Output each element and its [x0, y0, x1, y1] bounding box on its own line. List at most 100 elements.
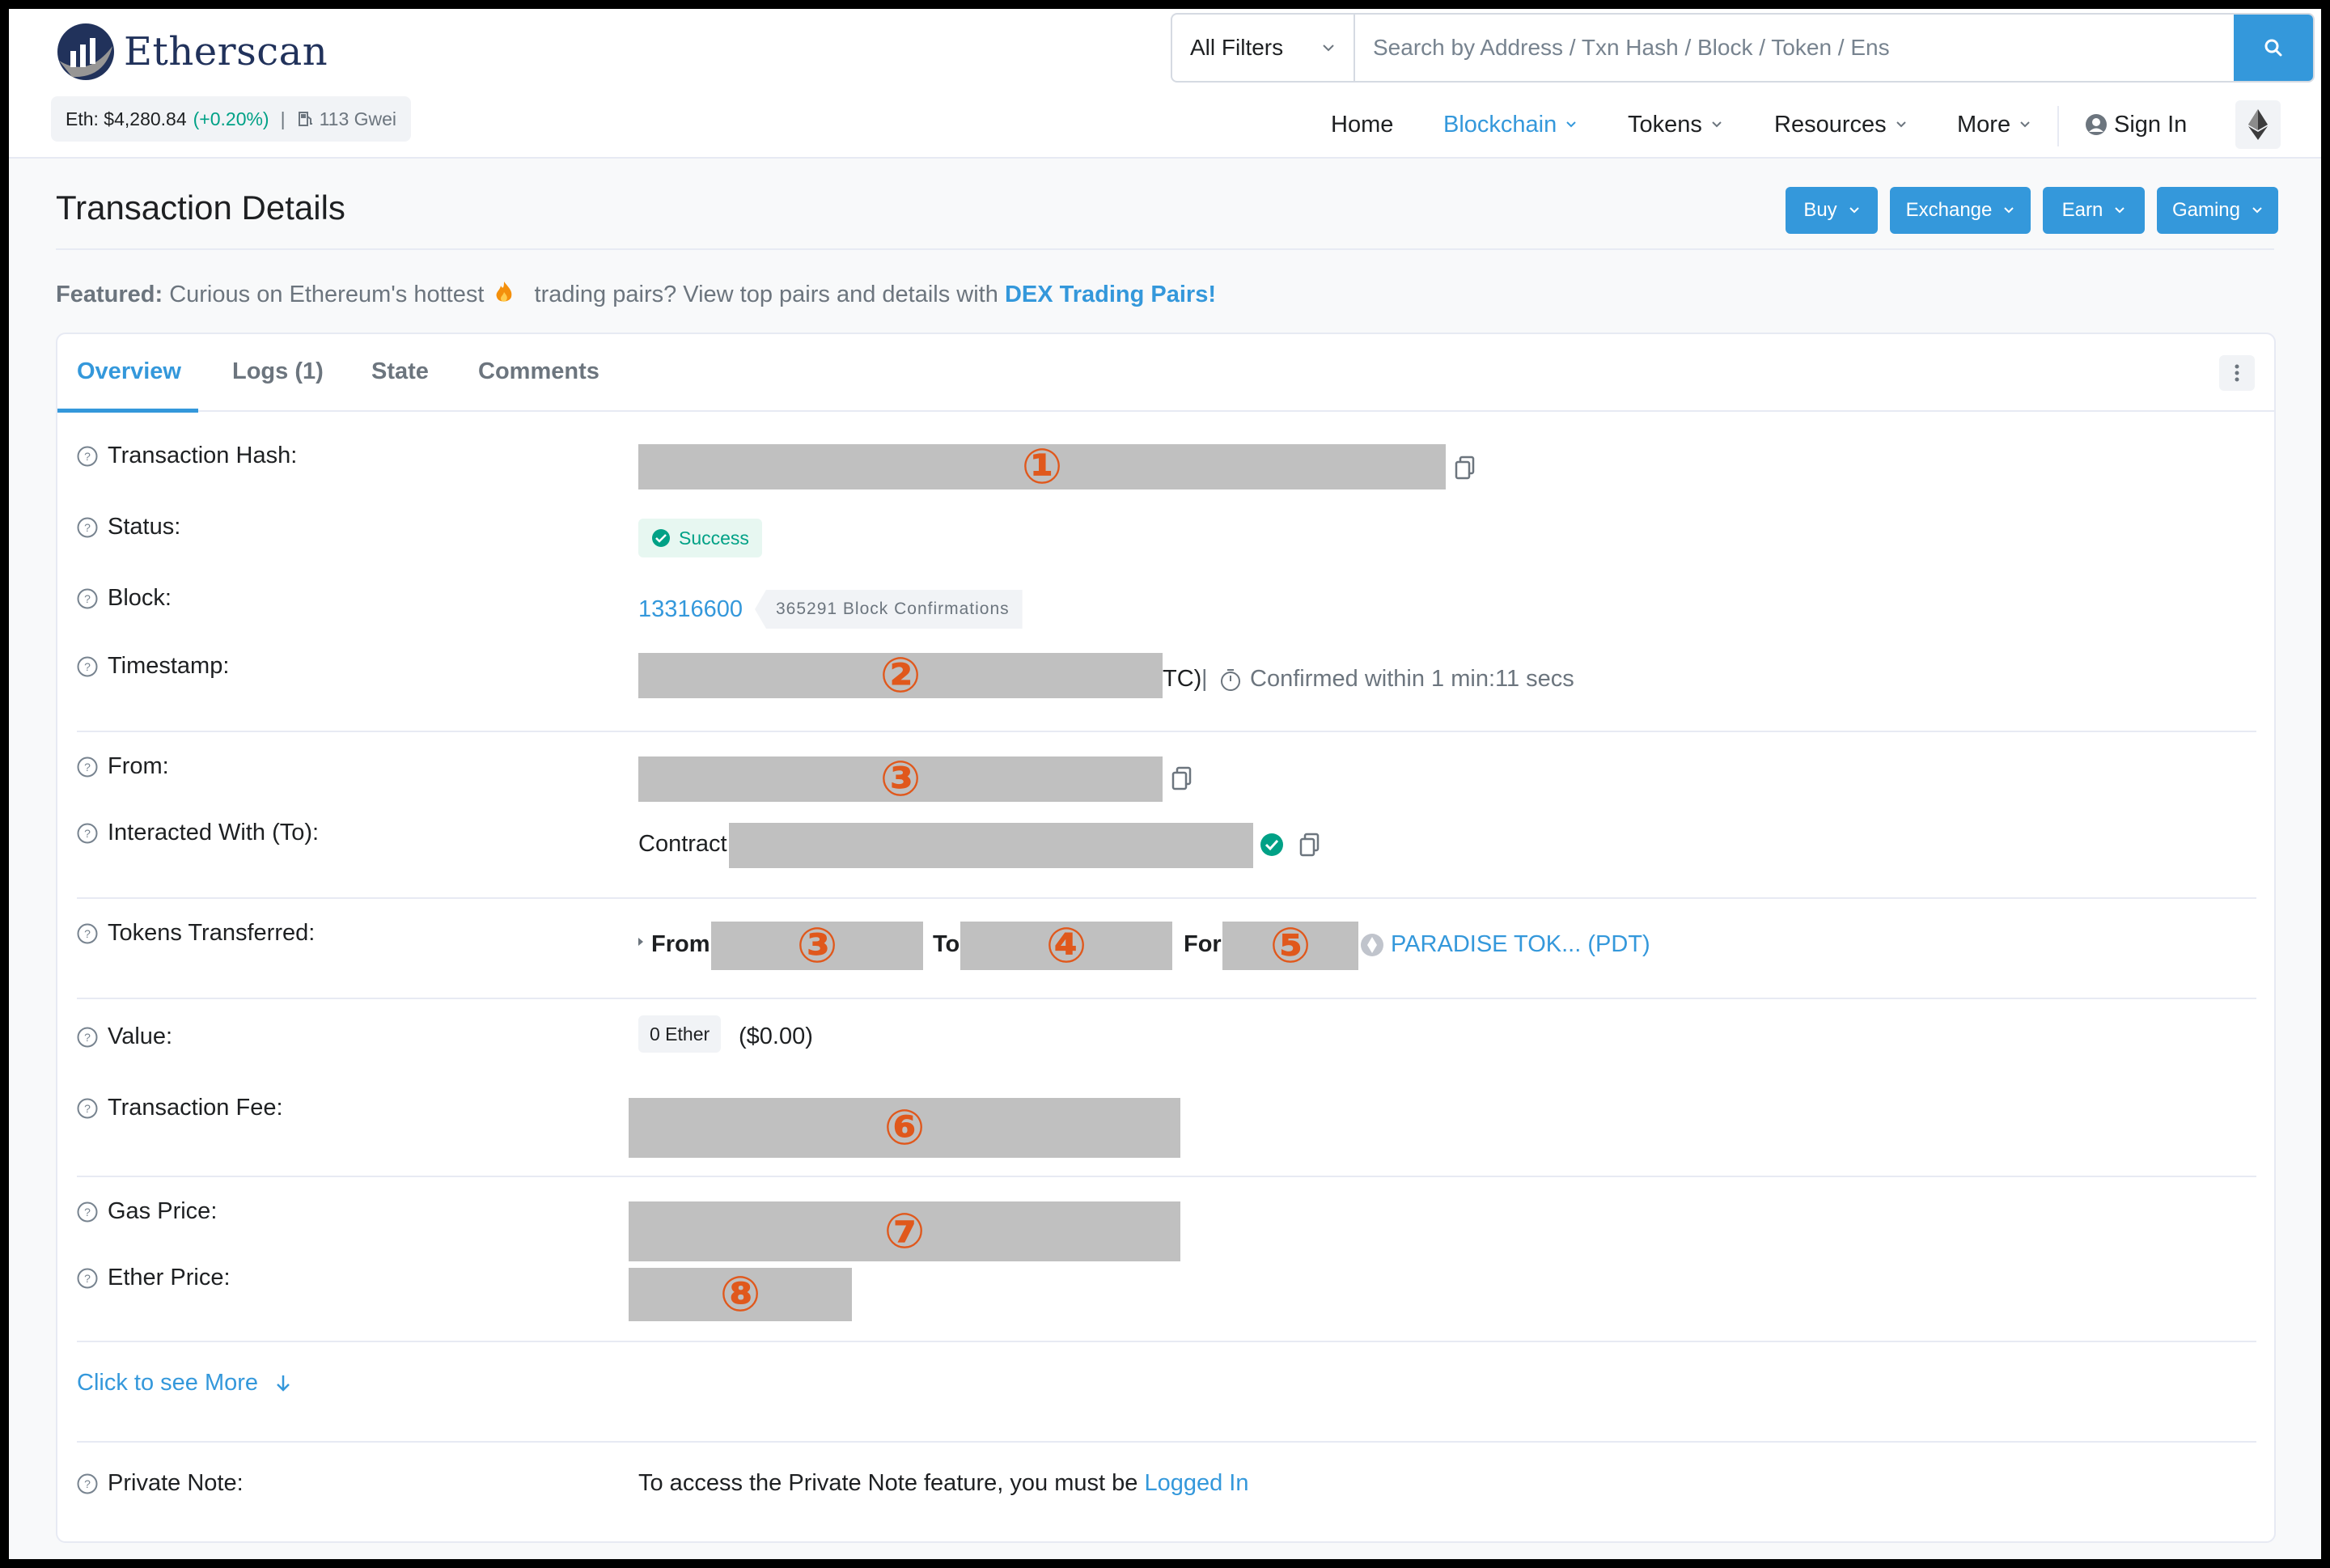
nav-more[interactable]: More: [1957, 104, 2031, 145]
etherscan-logo[interactable]: Etherscan: [56, 22, 328, 82]
search-button[interactable]: [2234, 15, 2313, 81]
sign-in-link[interactable]: Sign In: [2085, 104, 2187, 145]
ether-price-row-label: ? Ether Price:: [77, 1265, 231, 1291]
ethereum-icon: [2248, 109, 2268, 140]
question-circle-icon[interactable]: ?: [77, 656, 98, 677]
more-options-button[interactable]: [2219, 355, 2255, 391]
see-more-label: Click to see More: [77, 1370, 259, 1396]
question-circle-icon[interactable]: ?: [77, 1473, 98, 1494]
value-usd: ($0.00): [739, 1023, 813, 1049]
redacted-token-to: ④: [960, 917, 1172, 974]
redacted-gas-price: ⑦: [629, 1201, 1180, 1261]
gas-price-value: 113 Gwei: [319, 108, 397, 129]
eth-price[interactable]: Eth: $4,280.84: [66, 108, 187, 130]
svg-text:?: ?: [84, 927, 91, 940]
section-divider: [77, 1341, 2256, 1342]
question-circle-icon[interactable]: ?: [77, 1201, 98, 1223]
nav-home[interactable]: Home: [1331, 104, 1393, 145]
gaming-button-label: Gaming: [2171, 199, 2241, 221]
status-label: Status:: [108, 514, 181, 540]
copy-icon[interactable]: [1171, 766, 1193, 790]
timestamp-row-label: ? Timestamp:: [77, 653, 229, 680]
token-icon: [1361, 934, 1383, 956]
redacted-tx-hash: ①: [638, 439, 1446, 495]
question-circle-icon[interactable]: ?: [77, 756, 98, 778]
network-switch-button[interactable]: [2235, 100, 2281, 149]
question-circle-icon[interactable]: ?: [77, 517, 98, 538]
token-link[interactable]: PARADISE TOK... (PDT): [1391, 931, 1650, 958]
caret-right-icon: [638, 938, 643, 946]
check-circle-icon: [652, 529, 670, 547]
timestamp-separator: |: [1201, 666, 1208, 692]
copy-icon[interactable]: [1454, 456, 1476, 480]
tab-logs[interactable]: Logs (1): [232, 358, 324, 385]
question-circle-icon[interactable]: ?: [77, 923, 98, 944]
chevron-down-icon: [1849, 207, 1859, 214]
question-circle-icon[interactable]: ?: [77, 1027, 98, 1048]
question-circle-icon[interactable]: ?: [77, 1268, 98, 1289]
search-filter-dropdown[interactable]: All Filters: [1172, 15, 1355, 81]
exchange-button[interactable]: Exchange: [1890, 187, 2031, 234]
tokens-row-label: ? Tokens Transferred:: [77, 920, 315, 947]
timestamp-label: Timestamp:: [108, 653, 230, 679]
chevron-down-icon: [1896, 121, 1906, 128]
buy-button-label: Buy: [1803, 199, 1837, 221]
search-input[interactable]: [1355, 15, 2234, 81]
question-circle-icon[interactable]: ?: [77, 446, 98, 467]
section-divider: [77, 998, 2256, 999]
svg-text:?: ?: [84, 1102, 91, 1115]
buy-button[interactable]: Buy: [1786, 187, 1878, 234]
verified-check-icon: [1260, 833, 1283, 856]
nav-divider: [2057, 106, 2059, 146]
value-label: Value:: [108, 1023, 173, 1049]
from-label: From:: [108, 753, 169, 779]
eth-price-bar: Eth: $4,280.84 (+0.20%) | 113 Gwei: [51, 96, 412, 142]
gas-price[interactable]: 113 Gwei: [297, 108, 396, 130]
gaming-button[interactable]: Gaming: [2157, 187, 2278, 234]
title-divider: [56, 248, 2274, 250]
question-circle-icon[interactable]: ?: [77, 823, 98, 844]
etherscan-logo-icon: [57, 23, 114, 80]
question-circle-icon[interactable]: ?: [77, 588, 98, 609]
question-circle-icon[interactable]: ?: [77, 1098, 98, 1119]
stopwatch-icon: [1221, 669, 1240, 691]
logged-in-link[interactable]: Logged In: [1144, 1470, 1248, 1496]
redacted-timestamp: ②: [638, 647, 1163, 704]
dex-trading-pairs-link[interactable]: DEX Trading Pairs!: [1005, 282, 1216, 307]
svg-text:?: ?: [84, 827, 91, 840]
redacted-token-from: ③: [711, 917, 923, 974]
svg-text:?: ?: [84, 1477, 91, 1490]
chevron-down-icon: [2115, 207, 2125, 214]
svg-text:?: ?: [84, 1206, 91, 1218]
tab-comments[interactable]: Comments: [478, 358, 599, 385]
ether-price-label: Ether Price:: [108, 1265, 231, 1290]
earn-button-label: Earn: [2061, 199, 2103, 221]
private-note-label: Private Note:: [108, 1470, 244, 1496]
private-note-text: To access the Private Note feature, you …: [638, 1470, 1248, 1497]
site-header: Etherscan Eth: $4,280.84 (+0.20%) | 113 …: [9, 9, 2321, 159]
nav-blockchain[interactable]: Blockchain: [1443, 104, 1578, 145]
search-box: All Filters: [1171, 13, 2315, 83]
nav-blockchain-label: Blockchain: [1443, 111, 1557, 138]
status-row-label: ? Status:: [77, 514, 180, 540]
block-row-label: ? Block:: [77, 585, 172, 612]
tab-bar: Overview Logs (1) State Comments: [57, 334, 2274, 413]
chevron-down-icon: [2252, 207, 2262, 214]
nav-resources[interactable]: Resources: [1774, 104, 1908, 145]
section-divider: [77, 731, 2256, 732]
tokens-for-word: For: [1184, 931, 1222, 957]
see-more-link[interactable]: Click to see More: [77, 1370, 292, 1396]
block-number-link[interactable]: 13316600: [638, 596, 743, 623]
svg-text:?: ?: [84, 592, 91, 605]
sign-in-label: Sign In: [2114, 111, 2188, 138]
copy-icon[interactable]: [1298, 833, 1321, 857]
kebab-menu-icon: [2235, 364, 2239, 382]
tab-state[interactable]: State: [371, 358, 429, 385]
confirmed-within: Confirmed within 1 min:11 secs: [1250, 666, 1574, 692]
chevron-down-icon: [2004, 207, 2014, 214]
tab-overview[interactable]: Overview: [77, 358, 181, 385]
earn-button[interactable]: Earn: [2043, 187, 2145, 234]
nav-tokens[interactable]: Tokens: [1628, 104, 1723, 145]
page-title: Transaction Details: [56, 189, 345, 227]
tx-hash-row-label: ? Transaction Hash:: [77, 443, 297, 469]
